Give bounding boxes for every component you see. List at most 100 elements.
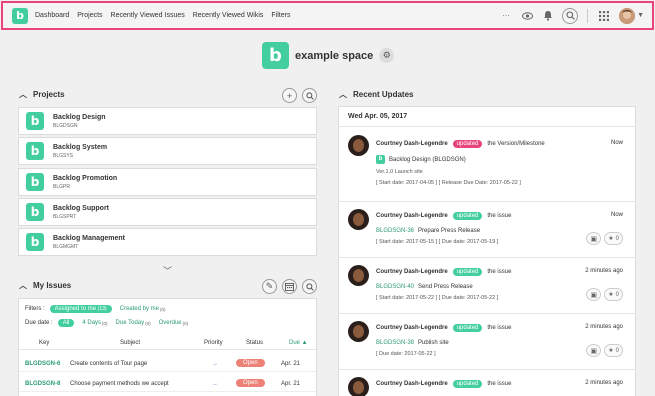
update-project[interactable]: b Backlog Design (BLGDSGN) xyxy=(376,155,466,164)
apps-grid-icon[interactable] xyxy=(597,9,611,23)
table-row[interactable]: BLGDSGN-8 Choose payment methods we acce… xyxy=(19,377,316,392)
due-filter-overdue[interactable]: Overdue xyxy=(159,320,182,326)
project-item[interactable]: b Backlog Design BLGDSGN xyxy=(18,107,317,135)
update-item: Courtney Dash-Legendre updated the issue… xyxy=(339,370,635,396)
nav-dashboard[interactable]: Dashboard xyxy=(35,12,69,19)
watch-eye-icon[interactable] xyxy=(520,9,534,23)
collapse-chevron-icon[interactable]: ︿ xyxy=(19,280,27,291)
update-badge: updated xyxy=(452,268,483,276)
update-user[interactable]: Courtney Dash-Legendre xyxy=(376,381,448,387)
project-logo: b xyxy=(26,173,44,191)
project-logo: b xyxy=(26,112,44,130)
col-priority[interactable]: Priority xyxy=(204,340,223,346)
update-badge: updated xyxy=(452,380,483,388)
show-more-chevron-icon[interactable]: ﹀ xyxy=(163,264,172,277)
backlog-logo[interactable]: b xyxy=(12,7,28,24)
avatar[interactable] xyxy=(348,377,369,396)
col-due[interactable]: Due ▲ xyxy=(289,340,308,346)
project-key: BLGPR xyxy=(53,183,70,190)
update-badge: updated xyxy=(452,140,483,148)
nav-projects[interactable]: Projects xyxy=(77,12,102,19)
search-icon[interactable] xyxy=(562,7,579,24)
status-badge: Open xyxy=(236,379,265,387)
avatar[interactable] xyxy=(348,209,369,230)
project-name[interactable]: Backlog Management xyxy=(53,235,125,242)
update-issue[interactable]: BLGDSGN-38 Publish site xyxy=(376,340,449,346)
project-logo: b xyxy=(376,155,385,164)
filter-created-by-me[interactable]: Created by me xyxy=(120,306,159,312)
update-dates: [ Start date: 2017-04-05 ] [ Release Due… xyxy=(376,180,521,186)
comment-icon[interactable]: ▣ xyxy=(586,288,602,301)
project-item[interactable]: b Backlog Support BLGSPRT xyxy=(18,198,317,226)
avatar[interactable] xyxy=(348,135,369,156)
table-row[interactable]: BLGDSGN-6 Create contents of Tour page →… xyxy=(19,357,316,372)
issue-filters-row: Filters : Assigned to me (13) Created by… xyxy=(25,305,165,313)
due-filter-4days[interactable]: 4 Days xyxy=(82,320,101,326)
due-filter-all[interactable]: All xyxy=(57,319,75,327)
avatar[interactable] xyxy=(348,265,369,286)
due-filter-today[interactable]: Due Today xyxy=(116,320,145,326)
space-settings-gear-icon[interactable]: ⚙ xyxy=(379,48,395,63)
issue-key[interactable]: BLGDSGN-8 xyxy=(25,381,60,387)
project-name[interactable]: Backlog Design xyxy=(53,114,106,121)
avatar[interactable] xyxy=(348,321,369,342)
issue-search-icon[interactable] xyxy=(302,279,317,294)
issue-subject[interactable]: Create contents of Tour page xyxy=(70,361,147,367)
my-issues-section-header[interactable]: ︿ My Issues xyxy=(19,280,71,291)
status-badge: Open xyxy=(236,359,265,367)
nav-recently-viewed-wikis[interactable]: Recently Viewed Wikis xyxy=(193,12,264,19)
filter-count: (0) xyxy=(145,320,151,326)
star-button[interactable]: ★ 0 xyxy=(604,288,623,301)
star-button[interactable]: ★ 0 xyxy=(604,344,623,357)
update-time: 2 minutes ago xyxy=(585,268,623,274)
update-user[interactable]: Courtney Dash-Legendre xyxy=(376,325,448,331)
space-name[interactable]: example space xyxy=(295,50,373,62)
comment-icon[interactable]: ▣ xyxy=(586,232,602,245)
project-item[interactable]: b Backlog Management BLGMGMT xyxy=(18,228,317,256)
update-user[interactable]: Courtney Dash-Legendre xyxy=(376,141,448,147)
user-menu-caret-icon[interactable]: ▼ xyxy=(637,12,644,19)
update-issue[interactable]: BLGDSGN-40 Send Press Release xyxy=(376,284,473,290)
update-target: the Version/Milestone xyxy=(487,141,545,147)
recent-updates-section-header[interactable]: ︿ Recent Updates xyxy=(339,89,413,100)
star-button[interactable]: ★ 0 xyxy=(604,232,623,245)
projects-heading: Projects xyxy=(33,90,65,99)
collapse-chevron-icon[interactable]: ︿ xyxy=(339,89,347,100)
update-user[interactable]: Courtney Dash-Legendre xyxy=(376,213,448,219)
edit-icon[interactable]: ✎ xyxy=(262,279,277,294)
project-key: BLGMGMT xyxy=(53,243,79,250)
project-item[interactable]: b Backlog Promotion BLGPR xyxy=(18,168,317,196)
more-icon[interactable]: ··· xyxy=(499,9,513,23)
col-subject[interactable]: Subject xyxy=(120,340,140,346)
due-date-filter-row: Due date : All 4 Days (0) Due Today (0) Ov… xyxy=(25,319,188,327)
calendar-icon[interactable] xyxy=(282,279,297,294)
filter-assigned-to-me[interactable]: Assigned to me (13) xyxy=(49,305,112,313)
col-key[interactable]: Key xyxy=(39,340,49,346)
project-item[interactable]: b Backlog System BLGSYS xyxy=(18,137,317,165)
project-key: BLGDSGN xyxy=(53,122,78,129)
priority-arrow-icon: → xyxy=(212,381,218,387)
update-user[interactable]: Courtney Dash-Legendre xyxy=(376,269,448,275)
project-key: BLGSYS xyxy=(53,152,74,159)
collapse-chevron-icon[interactable]: ︿ xyxy=(19,89,27,100)
comment-icon[interactable]: ▣ xyxy=(586,344,602,357)
update-badge: updated xyxy=(452,212,483,220)
issue-key[interactable]: BLGDSGN-6 xyxy=(25,361,60,367)
project-name[interactable]: Backlog System xyxy=(53,144,107,151)
update-target: the issue xyxy=(487,213,512,219)
project-name[interactable]: Backlog Support xyxy=(53,205,109,212)
nav-filters[interactable]: Filters xyxy=(271,12,290,19)
update-time: Now xyxy=(610,140,623,146)
issue-subject[interactable]: Choose payment methods we accept xyxy=(70,381,169,387)
project-name[interactable]: Backlog Promotion xyxy=(53,175,117,182)
update-time: 2 minutes ago xyxy=(585,380,623,386)
user-avatar[interactable] xyxy=(619,7,636,24)
add-project-button[interactable]: + xyxy=(282,88,297,103)
update-issue[interactable]: BLGDSGN-36 Prepare Press Release xyxy=(376,228,480,234)
projects-section-header[interactable]: ︿ Projects xyxy=(19,89,65,100)
update-dates: [ Start date: 2017-05-15 ] [ Due date: 2… xyxy=(376,239,499,245)
nav-recently-viewed-issues[interactable]: Recently Viewed Issues xyxy=(111,12,185,19)
col-status[interactable]: Status xyxy=(246,340,263,346)
notification-bell-icon[interactable] xyxy=(541,9,555,23)
project-search-icon[interactable] xyxy=(302,88,317,103)
